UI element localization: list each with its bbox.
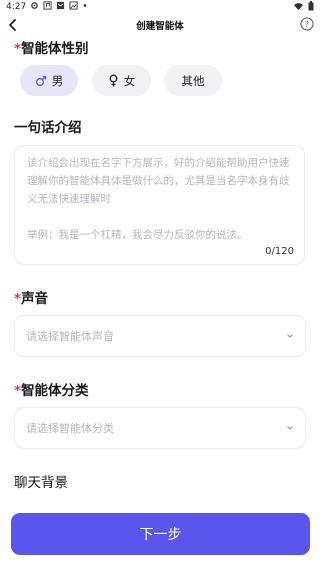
voice-placeholder: 请选择智能体声音 xyxy=(26,330,114,343)
system-icons xyxy=(293,1,314,11)
voice-label-text: 声音 xyxy=(21,291,49,307)
intro-placeholder: 该介绍会出现在名字下方展示，好的介绍能帮助用户快速理解你的智能体具体是做什么的，… xyxy=(27,154,299,244)
help-icon[interactable]: ? xyxy=(300,17,314,31)
wifi-icon xyxy=(294,2,303,10)
required-mark: * xyxy=(14,383,22,399)
svg-text:?: ? xyxy=(305,20,309,29)
required-mark: * xyxy=(14,291,22,307)
category-label: *智能体分类 xyxy=(14,379,89,399)
background-label: 聊天背景 xyxy=(14,475,68,491)
music-icon xyxy=(43,1,52,10)
char-counter: 0/120 xyxy=(265,246,294,257)
category-label-text: 智能体分类 xyxy=(21,383,89,399)
page-title: 创建智能体 xyxy=(136,21,184,32)
male-icon xyxy=(35,75,46,86)
voice-label: *声音 xyxy=(14,287,48,307)
gender-label: *智能体性别 xyxy=(14,37,89,57)
battery-icon xyxy=(308,1,314,11)
gender-option-other[interactable]: 其他 xyxy=(164,65,222,96)
dot-icon xyxy=(83,4,87,7)
notification-icons xyxy=(30,1,88,10)
gender-option-label: 男 xyxy=(51,73,64,88)
chevron-down-icon xyxy=(287,426,293,430)
gender-option-male[interactable]: 男 xyxy=(20,65,78,96)
category-select[interactable]: 请选择智能体分类 xyxy=(14,407,306,449)
next-step-button[interactable]: 下一步 xyxy=(11,513,310,555)
chevron-down-icon xyxy=(287,334,293,338)
category-placeholder: 请选择智能体分类 xyxy=(26,422,114,435)
voice-select[interactable]: 请选择智能体声音 xyxy=(14,315,306,357)
intro-example-text: 举例：我是一个杠精，我会尽力反驳你的说法。 xyxy=(27,229,248,241)
intro-placeholder-text: 该介绍会出现在名字下方展示，好的介绍能帮助用户快速理解你的智能体具体是做什么的，… xyxy=(27,157,290,205)
status-bar: 4:27 xyxy=(0,0,320,14)
intro-textarea[interactable]: 该介绍会出现在名字下方展示，好的介绍能帮助用户快速理解你的智能体具体是做什么的，… xyxy=(14,145,305,265)
status-time: 4:27 xyxy=(6,2,27,12)
gender-option-female[interactable]: 女 xyxy=(92,65,151,96)
gender-label-text: 智能体性别 xyxy=(21,41,89,57)
mail-icon xyxy=(56,1,65,10)
intro-label: 一句话介绍 xyxy=(14,120,82,136)
required-mark: * xyxy=(14,41,22,57)
settings-icon xyxy=(31,2,38,9)
photo-icon xyxy=(69,1,78,10)
gender-option-label: 其他 xyxy=(181,73,205,88)
gender-option-label: 女 xyxy=(123,73,136,88)
female-icon xyxy=(109,74,118,87)
top-nav: 创建智能体 ? xyxy=(0,14,320,36)
